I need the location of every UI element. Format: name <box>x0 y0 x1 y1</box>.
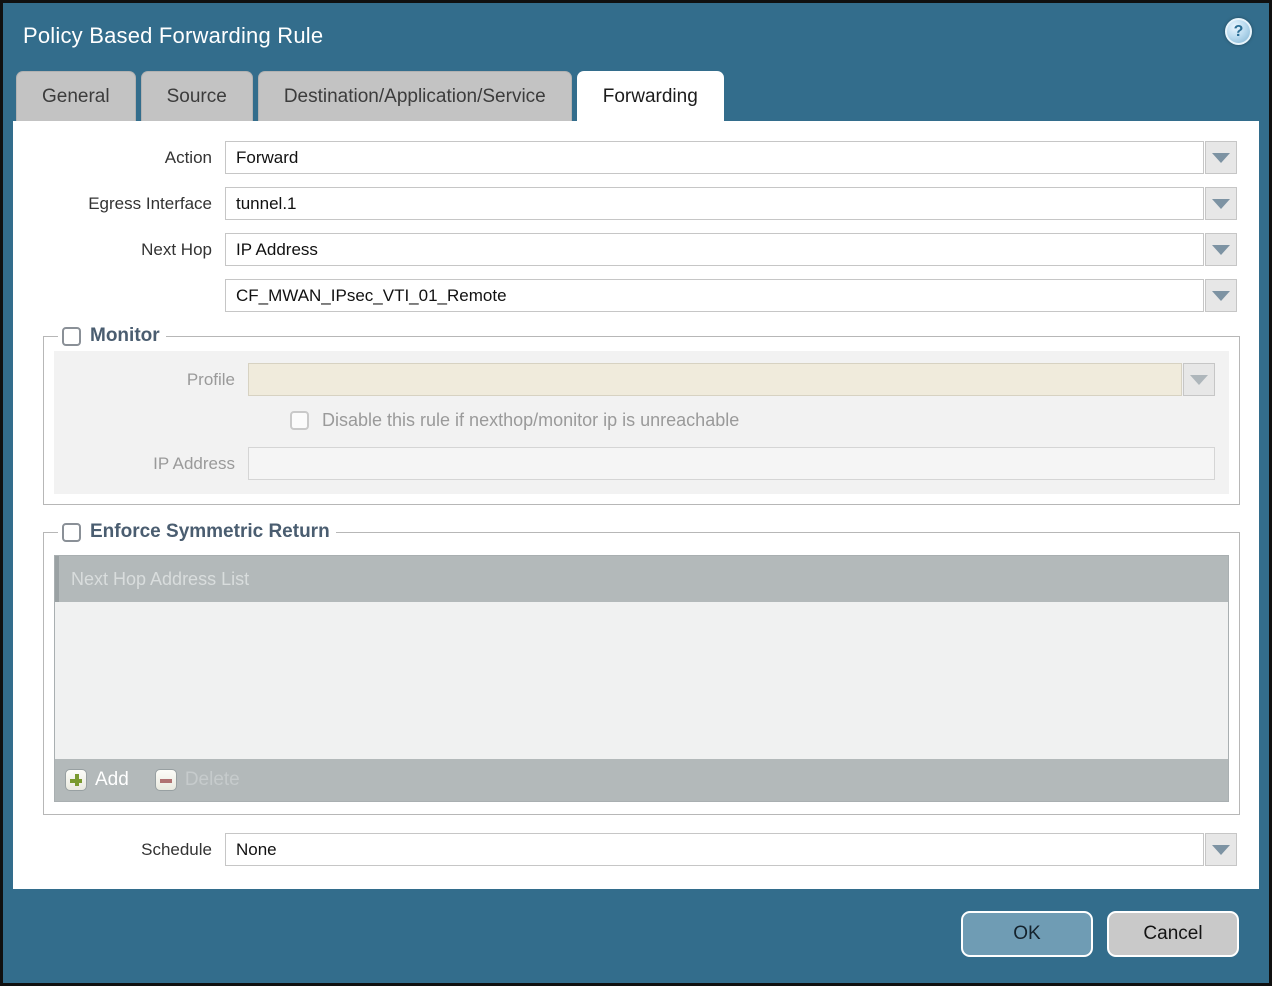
enforce-symmetric-return-checkbox[interactable] <box>62 523 81 542</box>
monitor-title: Monitor <box>90 325 160 347</box>
egress-interface-label: Egress Interface <box>13 194 225 214</box>
enforce-symmetric-return-fieldset: Enforce Symmetric Return Next Hop Addres… <box>43 521 1240 815</box>
disable-rule-label: Disable this rule if nexthop/monitor ip … <box>322 410 739 431</box>
chevron-down-icon <box>1212 291 1230 301</box>
enforce-symmetric-return-title: Enforce Symmetric Return <box>90 521 330 543</box>
help-icon[interactable]: ? <box>1225 18 1252 45</box>
action-dropdown-button[interactable] <box>1205 141 1237 174</box>
monitor-profile-row: Profile <box>54 363 1215 396</box>
monitor-panel: Profile Disable this rule if nexthop/mon… <box>54 351 1229 494</box>
monitor-ip-address-combo <box>248 447 1215 480</box>
monitor-profile-dropdown-button <box>1183 363 1215 396</box>
next-hop-address-list-toolbar: Add Delete <box>55 759 1228 801</box>
chevron-down-icon <box>1190 375 1208 385</box>
next-hop-address-list-table: Next Hop Address List Add Delete <box>54 555 1229 802</box>
chevron-down-icon <box>1212 153 1230 163</box>
monitor-ip-address-value <box>248 447 1215 480</box>
action-row: Action Forward <box>13 141 1237 174</box>
dialog-title: Policy Based Forwarding Rule <box>23 23 323 48</box>
egress-interface-value[interactable]: tunnel.1 <box>225 187 1204 220</box>
monitor-profile-label: Profile <box>54 370 248 390</box>
plus-icon <box>65 769 87 791</box>
add-button-label: Add <box>95 769 129 791</box>
schedule-value[interactable]: None <box>225 833 1204 866</box>
next-hop-address-dropdown-button[interactable] <box>1205 279 1237 312</box>
action-value[interactable]: Forward <box>225 141 1204 174</box>
monitor-fieldset: Monitor Profile Disable this rule if nex… <box>43 325 1240 505</box>
dialog-title-bar: Policy Based Forwarding Rule ? <box>3 3 1269 69</box>
next-hop-address-list-body[interactable] <box>55 602 1228 759</box>
tab-destination-application-service[interactable]: Destination/Application/Service <box>258 71 572 121</box>
schedule-label: Schedule <box>13 840 225 860</box>
egress-interface-dropdown-button[interactable] <box>1205 187 1237 220</box>
next-hop-value[interactable]: IP Address <box>225 233 1204 266</box>
schedule-row: Schedule None <box>13 833 1237 866</box>
next-hop-row: Next Hop IP Address <box>13 233 1237 266</box>
delete-button: Delete <box>155 769 240 791</box>
tab-forwarding[interactable]: Forwarding <box>577 71 724 121</box>
schedule-dropdown-button[interactable] <box>1205 833 1237 866</box>
cancel-button[interactable]: Cancel <box>1107 911 1239 957</box>
dialog-footer: OK Cancel <box>961 911 1239 957</box>
ok-button[interactable]: OK <box>961 911 1093 957</box>
disable-rule-checkbox <box>290 411 309 430</box>
pbf-rule-dialog: Policy Based Forwarding Rule ? General S… <box>0 0 1272 986</box>
add-button[interactable]: Add <box>65 769 129 791</box>
forwarding-tab-panel: Action Forward Egress Interface tunnel.1… <box>13 121 1259 889</box>
egress-interface-combo: tunnel.1 <box>225 187 1237 220</box>
chevron-down-icon <box>1212 245 1230 255</box>
next-hop-dropdown-button[interactable] <box>1205 233 1237 266</box>
disable-rule-row: Disable this rule if nexthop/monitor ip … <box>290 410 1229 431</box>
delete-button-label: Delete <box>185 769 240 791</box>
monitor-ip-address-row: IP Address <box>54 447 1215 480</box>
monitor-checkbox[interactable] <box>62 327 81 346</box>
monitor-profile-combo <box>248 363 1215 396</box>
monitor-legend: Monitor <box>58 325 166 347</box>
next-hop-address-list-header: Next Hop Address List <box>55 556 1228 602</box>
monitor-profile-value <box>248 363 1182 396</box>
chevron-down-icon <box>1212 199 1230 209</box>
next-hop-address-value[interactable]: CF_MWAN_IPsec_VTI_01_Remote <box>225 279 1204 312</box>
schedule-combo: None <box>225 833 1237 866</box>
action-label: Action <box>13 148 225 168</box>
tab-source[interactable]: Source <box>141 71 253 121</box>
tab-general[interactable]: General <box>16 71 136 121</box>
enforce-symmetric-return-legend: Enforce Symmetric Return <box>58 521 336 543</box>
action-combo: Forward <box>225 141 1237 174</box>
next-hop-label: Next Hop <box>13 240 225 260</box>
next-hop-address-combo: CF_MWAN_IPsec_VTI_01_Remote <box>225 279 1237 312</box>
monitor-ip-address-label: IP Address <box>54 454 248 474</box>
next-hop-address-row: CF_MWAN_IPsec_VTI_01_Remote <box>13 279 1237 312</box>
minus-icon <box>155 769 177 791</box>
chevron-down-icon <box>1212 845 1230 855</box>
next-hop-combo: IP Address <box>225 233 1237 266</box>
egress-interface-row: Egress Interface tunnel.1 <box>13 187 1237 220</box>
tab-bar: General Source Destination/Application/S… <box>3 69 1269 121</box>
